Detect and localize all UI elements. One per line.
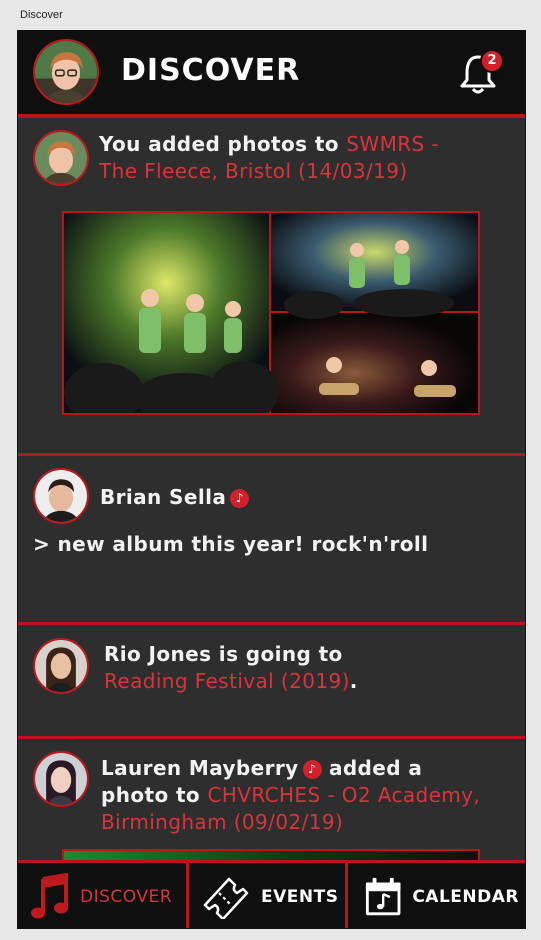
activity-text: Rio Jones is going to Reading Festival (…	[104, 641, 484, 695]
feed-item: Rio Jones is going to Reading Festival (…	[18, 625, 525, 739]
notification-badge: 2	[480, 49, 504, 73]
top-header: DISCOVER 2	[18, 31, 525, 118]
user-avatar[interactable]	[33, 468, 89, 524]
author-name[interactable]: Brian Sella	[100, 485, 226, 509]
music-note-icon: ♪	[230, 489, 250, 508]
ticket-icon	[203, 877, 249, 919]
nav-discover[interactable]: DISCOVER	[30, 863, 190, 928]
nav-label: CALENDAR	[412, 887, 519, 907]
photo-collage[interactable]	[62, 211, 480, 415]
feed-item: Brian Sella ♪ > new album this year! rock…	[18, 456, 525, 625]
music-note-icon	[31, 873, 68, 919]
event-link[interactable]: Reading Festival (2019)	[104, 669, 350, 693]
user-avatar[interactable]	[33, 638, 89, 694]
profile-avatar[interactable]	[33, 39, 99, 105]
notifications-button[interactable]: 2	[458, 49, 504, 95]
page-title: DISCOVER	[121, 53, 301, 88]
user-avatar[interactable]	[33, 751, 89, 807]
nav-divider	[186, 863, 189, 928]
author-name[interactable]: Lauren Mayberry	[101, 756, 299, 780]
activity-prefix: Rio Jones is going to	[104, 642, 343, 666]
window-title: Discover	[20, 9, 63, 21]
nav-label: EVENTS	[261, 887, 339, 907]
music-note-icon: ♪	[302, 760, 322, 779]
calendar-icon	[365, 877, 401, 916]
activity-suffix: .	[349, 669, 358, 693]
bottom-nav: DISCOVER EVENTS CALENDAR	[18, 860, 525, 928]
activity-text: Lauren Mayberry ♪ added a photo to CHVRCH…	[101, 755, 496, 836]
feed-item: You added photos to SWMRS - The Fleece, …	[18, 118, 525, 456]
activity-prefix: You added photos to	[99, 132, 347, 156]
nav-events[interactable]: EVENTS	[201, 863, 346, 928]
user-avatar[interactable]	[33, 130, 89, 186]
nav-label: DISCOVER	[80, 887, 173, 907]
post-author: Brian Sella ♪	[100, 484, 250, 511]
nav-calendar[interactable]: CALENDAR	[364, 863, 519, 928]
nav-divider	[345, 863, 348, 928]
feed-item: Lauren Mayberry ♪ added a photo to CHVRCH…	[18, 739, 525, 893]
post-message: > new album this year! rock'n'roll	[33, 532, 429, 556]
app-frame: DISCOVER 2 You added photos to SWMRS - T…	[17, 30, 526, 929]
activity-text: You added photos to SWMRS - The Fleece, …	[99, 131, 469, 185]
